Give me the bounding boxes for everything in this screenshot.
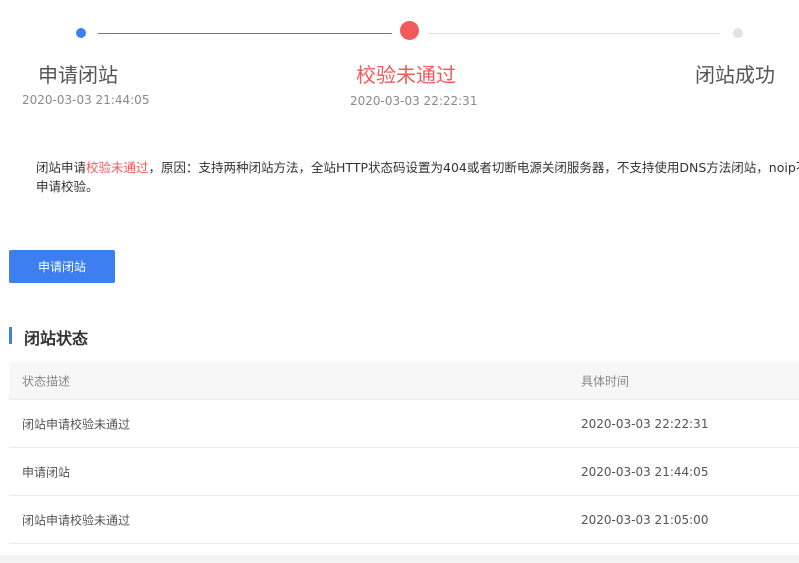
status-table: 状态描述 具体时间 闭站申请校验未通过 2020-03-03 22:22:31 …: [9, 362, 799, 544]
progress-steps: 申请闭站 2020-03-03 21:44:05 校验未通过 2020-03-0…: [0, 0, 799, 120]
notice-status-highlight: 校验未通过: [86, 160, 149, 175]
step-1-dot-icon: [76, 28, 86, 38]
row-time: 2020-03-03 21:44:05: [581, 464, 709, 479]
header-desc: 状态描述: [22, 374, 71, 388]
notice-reason: ，原因：支持两种闭站方法，全站HTTP状态码设置为404或者切断电源关闭服务器，…: [148, 160, 799, 175]
row-desc: 闭站申请校验未通过: [22, 513, 131, 527]
section-accent-bar: [9, 327, 12, 344]
apply-close-site-button[interactable]: 申请闭站: [9, 250, 115, 283]
step-connector-done: [98, 33, 392, 34]
notice-line-2: 申请校验。: [36, 179, 99, 194]
header-time: 具体时间: [581, 374, 630, 388]
row-desc: 闭站申请校验未通过: [22, 417, 131, 431]
step-2-date: 2020-03-03 22:22:31: [350, 94, 478, 108]
row-time: 2020-03-03 22:22:31: [581, 416, 709, 431]
row-time: 2020-03-03 21:05:00: [581, 512, 709, 527]
step-2-title: 校验未通过: [356, 63, 456, 87]
step-1-title: 申请闭站: [38, 63, 118, 87]
step-connector-pending: [428, 33, 720, 34]
notice-prefix: 闭站申请: [36, 160, 87, 175]
failure-notice: 闭站申请校验未通过，原因：支持两种闭站方法，全站HTTP状态码设置为404或者切…: [36, 158, 799, 196]
table-row: 闭站申请校验未通过 2020-03-03 21:05:00: [9, 496, 799, 544]
step-2-dot-icon: [400, 21, 419, 40]
table-row: 申请闭站 2020-03-03 21:44:05: [9, 448, 799, 496]
row-desc: 申请闭站: [22, 465, 71, 479]
notice-line-1: 闭站申请校验未通过，原因：支持两种闭站方法，全站HTTP状态码设置为404或者切…: [36, 158, 799, 177]
step-3-dot-icon: [733, 28, 743, 38]
table-row: 闭站申请校验未通过 2020-03-03 22:22:31: [9, 400, 799, 448]
section-title: 闭站状态: [24, 329, 89, 348]
table-header: 状态描述 具体时间: [9, 362, 799, 400]
step-1-date: 2020-03-03 21:44:05: [22, 93, 150, 107]
step-3-title: 闭站成功: [695, 63, 775, 87]
bottom-divider: [0, 555, 799, 563]
